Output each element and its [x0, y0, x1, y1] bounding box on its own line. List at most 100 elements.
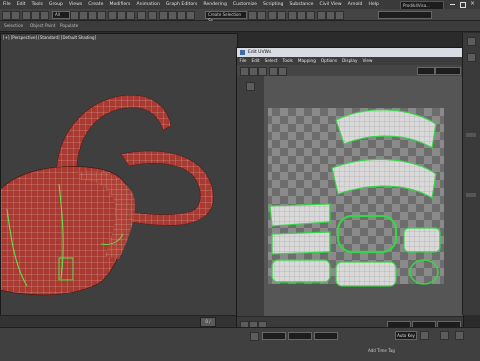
- menu-arnold[interactable]: Arnold: [345, 0, 366, 9]
- x-coordinate-field[interactable]: [262, 332, 286, 340]
- menu-scripting[interactable]: Scripting: [260, 0, 286, 9]
- undo-icon[interactable]: [2, 11, 11, 20]
- uv-freeform-icon[interactable]: [269, 67, 278, 76]
- menu-file[interactable]: File: [0, 0, 14, 9]
- tab-selection[interactable]: Selection: [4, 21, 23, 31]
- curve-editor-icon[interactable]: [288, 11, 297, 20]
- frame-readout[interactable]: 0 / 100: [200, 317, 216, 332]
- rendered-frame-icon[interactable]: [326, 11, 335, 20]
- menu-edit[interactable]: Edit: [14, 0, 29, 9]
- project-path-field[interactable]: [378, 11, 432, 19]
- uv-editor-title: Edit UVWs: [248, 50, 272, 55]
- schematic-view-icon[interactable]: [297, 11, 306, 20]
- add-time-tag[interactable]: Add Time Tag: [368, 348, 395, 353]
- set-key-icon[interactable]: [420, 331, 429, 340]
- rollout-divider: [466, 133, 476, 137]
- rect-selection-icon[interactable]: [88, 11, 97, 20]
- uv-menu-edit[interactable]: Edit: [249, 57, 262, 65]
- rotate-icon[interactable]: [117, 11, 126, 20]
- align-icon[interactable]: [257, 11, 266, 20]
- status-bar: Add Time Tag Auto Key: [0, 327, 480, 361]
- ribbon-tabs: Selection Object Paint Populate: [0, 21, 480, 32]
- uv-menu-view[interactable]: View: [360, 57, 375, 65]
- uv-checker-dropdown[interactable]: [435, 67, 461, 75]
- mirror-icon[interactable]: [248, 11, 257, 20]
- bind-space-warp-icon[interactable]: [40, 11, 49, 20]
- uv-move-icon[interactable]: [240, 67, 249, 76]
- create-panel-icon[interactable]: [467, 37, 476, 46]
- uv-editor-titlebar[interactable]: Edit UVWs: [237, 48, 463, 57]
- uv-shell-visor-bottom: [271, 259, 331, 283]
- render-production-icon[interactable]: [335, 11, 344, 20]
- uv-quick-transform-icon[interactable]: [246, 82, 255, 91]
- material-editor-icon[interactable]: [306, 11, 315, 20]
- uv-menu-options[interactable]: Options: [318, 57, 339, 65]
- toggle-ribbon-icon[interactable]: [277, 11, 286, 20]
- uv-editor-side-tools: [237, 76, 264, 316]
- uv-scale-icon[interactable]: [258, 67, 267, 76]
- modify-panel-icon[interactable]: [467, 53, 476, 62]
- menu-views[interactable]: Views: [66, 0, 85, 9]
- perspective-viewport[interactable]: [+] [Perspective] [Standard] [Default Sh…: [0, 33, 238, 317]
- layer-explorer-icon[interactable]: [268, 11, 277, 20]
- uv-menu-file[interactable]: File: [237, 57, 249, 65]
- percent-snap-icon[interactable]: [177, 11, 186, 20]
- snap-icon[interactable]: [159, 11, 168, 20]
- menu-customize[interactable]: Customize: [230, 0, 260, 9]
- pivot-icon[interactable]: [148, 11, 157, 20]
- menu-help[interactable]: Help: [365, 0, 381, 9]
- z-coordinate-field[interactable]: [314, 332, 338, 340]
- menu-animation[interactable]: Animation: [133, 0, 162, 9]
- vr-headset-model[interactable]: [1, 34, 237, 316]
- uv-shell-small: [403, 227, 441, 253]
- uv-mirror-icon[interactable]: [278, 67, 287, 76]
- minimize-icon[interactable]: [450, 4, 455, 5]
- redo-icon[interactable]: [11, 11, 20, 20]
- uv-editor-menu: File Edit Select Tools Mapping Options Display…: [237, 57, 463, 65]
- link-icon[interactable]: [22, 11, 31, 20]
- menu-substance[interactable]: Substance: [286, 0, 316, 9]
- uv-menu-tools[interactable]: Tools: [280, 57, 295, 65]
- main-toolbar: All Create Selection Se: [0, 9, 480, 23]
- spinner-snap-icon[interactable]: [186, 11, 195, 20]
- maximize-icon[interactable]: [460, 2, 466, 8]
- uv-shell-face-pad: [335, 261, 397, 287]
- unlink-icon[interactable]: [31, 11, 40, 20]
- auto-key-button[interactable]: Auto Key: [395, 331, 417, 340]
- uv-menu-mapping[interactable]: Mapping: [295, 57, 318, 65]
- select-object-icon[interactable]: [70, 11, 79, 20]
- uv-canvas[interactable]: [264, 76, 463, 316]
- uv-map-dropdown[interactable]: [417, 67, 435, 75]
- rollout-divider: [466, 193, 476, 197]
- scale-icon[interactable]: [126, 11, 135, 20]
- tab-populate[interactable]: Populate: [60, 21, 78, 31]
- menu-civil-view[interactable]: Civil View: [316, 0, 344, 9]
- uv-menu-select[interactable]: Select: [262, 57, 280, 65]
- menu-rendering[interactable]: Rendering: [200, 0, 229, 9]
- uv-rotate-icon[interactable]: [249, 67, 258, 76]
- menu-create[interactable]: Create: [85, 0, 106, 9]
- selection-filter-dropdown[interactable]: All: [52, 11, 70, 19]
- reference-coord-icon[interactable]: [137, 11, 146, 20]
- play-icon[interactable]: [440, 331, 449, 340]
- close-icon[interactable]: ×: [470, 0, 475, 7]
- angle-snap-icon[interactable]: [168, 11, 177, 20]
- menu-tools[interactable]: Tools: [29, 0, 46, 9]
- menu-group[interactable]: Group: [46, 0, 66, 9]
- y-coordinate-field[interactable]: [288, 332, 312, 340]
- uv-shell-visor-top: [269, 203, 331, 227]
- uv-menu-display[interactable]: Display: [340, 57, 360, 65]
- move-icon[interactable]: [108, 11, 117, 20]
- command-panel: [462, 33, 480, 315]
- menu-graph-editors[interactable]: Graph Editors: [163, 0, 201, 9]
- uv-editor-window[interactable]: Edit UVWs File Edit Select Tools Mapping Opti…: [236, 47, 464, 344]
- named-selection-dropdown[interactable]: Create Selection Se: [205, 11, 247, 23]
- render-setup-icon[interactable]: [317, 11, 326, 20]
- tab-object-paint[interactable]: Object Paint: [30, 21, 55, 31]
- app-icon: [240, 50, 245, 55]
- window-crossing-icon[interactable]: [97, 11, 106, 20]
- select-by-name-icon[interactable]: [79, 11, 88, 20]
- next-frame-icon[interactable]: [455, 331, 464, 340]
- lock-selection-icon[interactable]: [250, 332, 259, 341]
- menu-modifiers[interactable]: Modifiers: [106, 0, 133, 9]
